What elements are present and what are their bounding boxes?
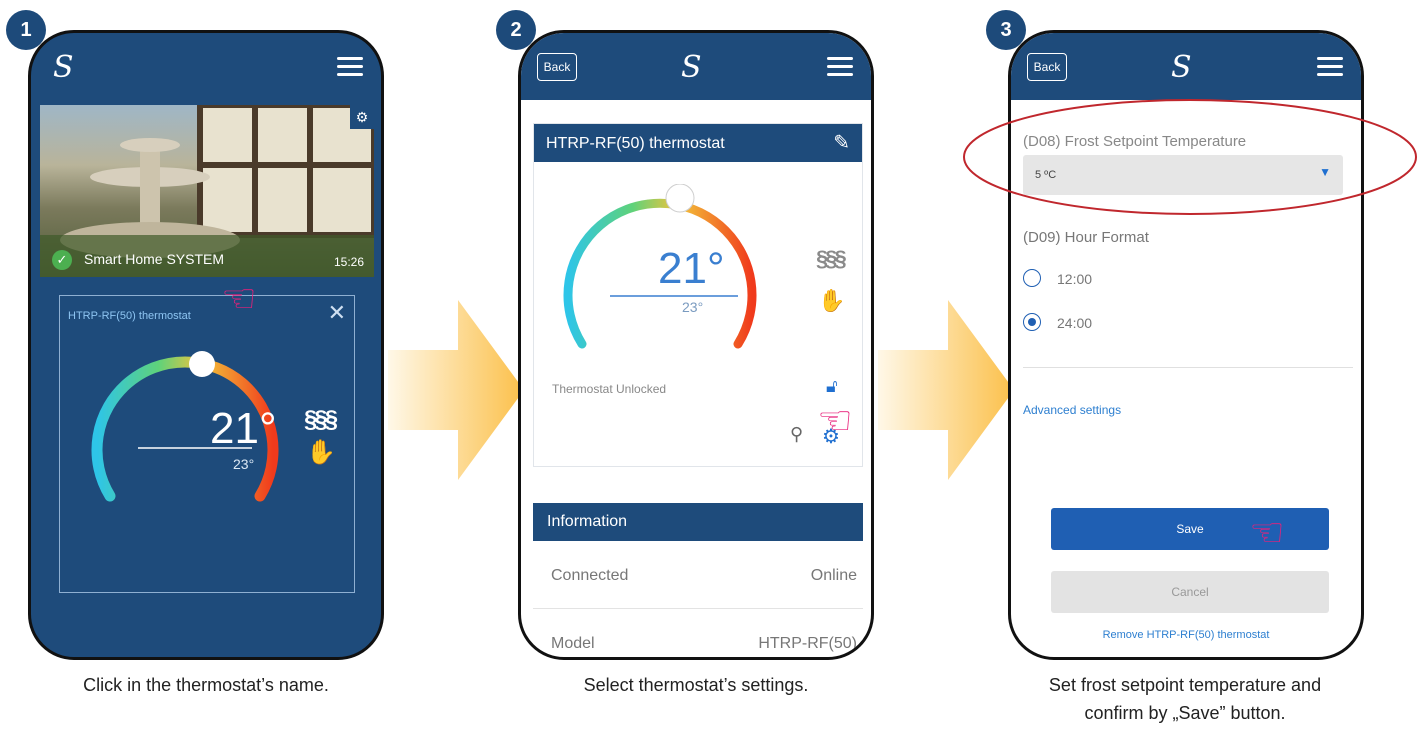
camera-tile[interactable]: ⚙ ✓ Smart Home SYSTEM 15:26 <box>40 105 374 277</box>
manual-mode-hand-icon: ✋ <box>306 439 336 466</box>
app-logo: S <box>681 50 702 85</box>
camera-settings-gear-icon[interactable]: ⚙ <box>350 105 374 129</box>
set-temperature: 23° <box>233 456 255 472</box>
hour-format-label: (D09) Hour Format <box>1023 229 1149 246</box>
step-2-badge: 2 <box>496 10 536 50</box>
remove-thermostat-link[interactable]: Remove HTRP-RF(50) thermostat <box>1011 629 1361 641</box>
heating-icon: §§§ <box>816 246 847 271</box>
arrow-2 <box>878 300 1014 480</box>
camera-time: 15:26 <box>333 255 364 269</box>
info-row-connected: Connected Online <box>533 541 863 609</box>
hour-option-24[interactable]: 24:00 <box>1023 311 1223 335</box>
camera-title: Smart Home SYSTEM <box>84 251 225 267</box>
advanced-settings-link[interactable]: Advanced settings <box>1023 403 1121 417</box>
info-value: HTRP-RF(50) <box>758 635 857 652</box>
back-button[interactable]: Back <box>1027 53 1067 81</box>
step-1-caption: Click in the thermostat’s name. <box>83 675 329 695</box>
card-header: HTRP-RF(50) thermostat ✎ <box>534 124 862 162</box>
hamburger-menu-icon[interactable] <box>827 57 853 76</box>
step-3-badge: 3 <box>986 10 1026 50</box>
highlight-ellipse <box>963 99 1417 215</box>
close-icon[interactable]: ✕ <box>328 300 346 326</box>
step-2-caption: Select thermostat’s settings. <box>583 675 809 695</box>
heating-icon: §§§ <box>304 406 338 433</box>
arrow-1 <box>388 300 524 480</box>
back-button[interactable]: Back <box>537 53 577 81</box>
step-3-caption-line1: Set frost setpoint temperature and <box>1048 675 1322 695</box>
info-row-model: Model HTRP-RF(50) <box>533 609 863 657</box>
thermostat-card: HTRP-RF(50) thermostat ✎ 21° 23° §§§ ✋ T… <box>533 123 863 467</box>
phone-screen-1: S ⚙ ✓ Smart Home SYSTEM 15:26 HTRP-RF(50… <box>28 30 384 660</box>
info-value: Online <box>810 567 857 584</box>
radio-12-icon[interactable] <box>1023 269 1041 287</box>
option-24-label: 24:00 <box>1057 315 1093 331</box>
app-logo: S <box>1171 50 1192 85</box>
hamburger-menu-icon[interactable] <box>337 57 363 76</box>
save-button[interactable]: Save <box>1051 508 1329 550</box>
cancel-button[interactable]: Cancel <box>1051 571 1329 613</box>
phone-screen-2: Back S HTRP-RF(50) thermostat ✎ 21° 23° … <box>518 30 874 660</box>
info-label: Connected <box>551 567 629 584</box>
step-3-caption-line2: confirm by „Save” button. <box>1084 703 1286 723</box>
card-title: HTRP-RF(50) thermostat <box>546 135 725 152</box>
hour-option-12[interactable]: 12:00 <box>1023 267 1223 291</box>
pointing-hand-icon: ☜ <box>817 399 853 443</box>
hamburger-menu-icon[interactable] <box>1317 57 1343 76</box>
lock-icon[interactable]: 🔓︎ <box>826 376 838 397</box>
search-icon[interactable]: ⚲ <box>790 424 803 445</box>
current-temperature: 21° <box>658 244 725 293</box>
option-12-label: 12:00 <box>1057 271 1093 287</box>
edit-pencil-icon[interactable]: ✎ <box>833 130 850 155</box>
app-logo: S <box>53 50 74 85</box>
radio-24-icon[interactable] <box>1023 313 1041 331</box>
status-check-icon: ✓ <box>52 250 72 270</box>
lock-status-label: Thermostat Unlocked <box>552 382 667 396</box>
step-1-badge: 1 <box>6 10 46 50</box>
thermostat-name-link[interactable]: HTRP-RF(50) thermostat <box>68 310 191 322</box>
divider <box>1023 367 1353 368</box>
current-temperature: 21° <box>210 404 277 453</box>
set-temperature: 23° <box>682 299 704 315</box>
info-label: Model <box>551 635 595 652</box>
pointing-hand-icon: ☜ <box>221 277 257 321</box>
thermostat-tile: HTRP-RF(50) thermostat ✕ 21° 23° §§§ ✋ <box>59 295 355 593</box>
info-header: Information <box>533 503 863 541</box>
pointing-hand-icon: ☜ <box>1249 511 1285 555</box>
manual-mode-hand-icon: ✋ <box>818 288 846 313</box>
